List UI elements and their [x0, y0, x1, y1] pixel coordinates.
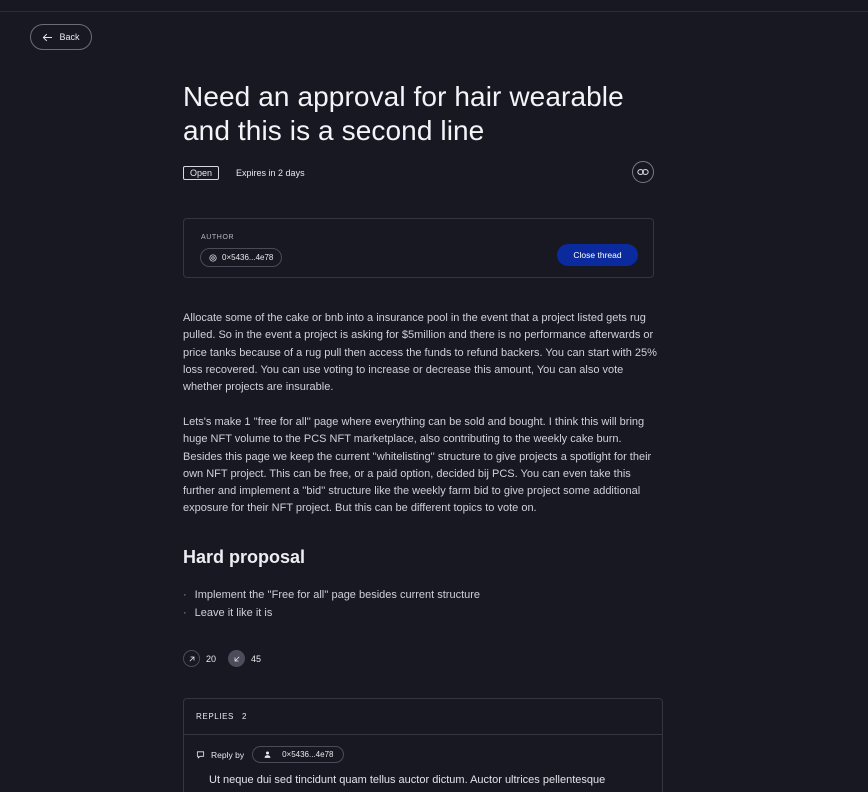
replies-card: REPLIES 2 Reply by 0×5436...4e78 Ut nequ…: [183, 698, 663, 792]
comment-icon: [196, 751, 205, 759]
downvote-button[interactable]: [228, 650, 246, 667]
arrow-down-left-icon: [234, 656, 239, 661]
reply-address-chip[interactable]: 0×5436...4e78: [252, 746, 345, 763]
body-paragraph-1: Allocate some of the cake or bnb into a …: [183, 312, 657, 394]
status-badge: Open: [183, 166, 220, 180]
upvote-button[interactable]: [183, 650, 200, 667]
bullet: ·: [183, 606, 187, 619]
list-item: · Leave it like it is: [183, 605, 480, 623]
author-label: AUTHOR: [201, 234, 235, 241]
back-button[interactable]: Back: [30, 24, 92, 50]
user-icon: [264, 751, 271, 758]
expires-text: Expires in 2 days: [236, 168, 305, 178]
proposal-options: · Implement the ''Free for all'' page be…: [183, 587, 480, 622]
option-label: Leave it like it is: [194, 606, 273, 619]
author-address-chip[interactable]: 0×5436...4e78: [200, 248, 283, 267]
page-title: Need an approval for hair wearable and t…: [183, 81, 624, 146]
reply-author-row: Reply by 0×5436...4e78: [196, 746, 345, 763]
reply-by-label: Reply by: [211, 749, 245, 760]
top-bar: [0, 0, 868, 12]
replies-label: REPLIES: [196, 712, 234, 721]
reply-address: 0×5436...4e78: [282, 750, 334, 759]
downvote-count: 45: [251, 653, 262, 664]
bullet: ·: [183, 589, 187, 601]
link-icon: [637, 169, 649, 175]
option-label: Implement the ''Free for all'' page besi…: [194, 589, 481, 601]
copy-link-button[interactable]: [632, 161, 654, 183]
section-title: Hard proposal: [183, 547, 306, 567]
reply-text: Ut neque dui sed tincidunt quam tellus a…: [209, 774, 606, 786]
author-card: AUTHOR 0×5436...4e78 Close thread: [183, 218, 654, 278]
body-paragraph-2: Lets's make 1 ''free for all'' page wher…: [183, 416, 652, 515]
replies-header: REPLIES 2: [184, 699, 662, 735]
arrow-left-icon: [43, 33, 53, 41]
arrow-up-right-icon: [189, 656, 194, 661]
upvote-count: 20: [206, 653, 217, 664]
vote-bar: 20 45: [183, 650, 267, 667]
replies-count: 2: [242, 712, 248, 721]
proposal-meta: Open Expires in 2 days: [183, 166, 305, 180]
list-item: · Implement the ''Free for all'' page be…: [183, 587, 480, 605]
close-thread-button[interactable]: Close thread: [557, 244, 638, 266]
author-address: 0×5436...4e78: [222, 253, 274, 262]
back-label: Back: [59, 32, 80, 42]
at-icon: [209, 253, 217, 262]
